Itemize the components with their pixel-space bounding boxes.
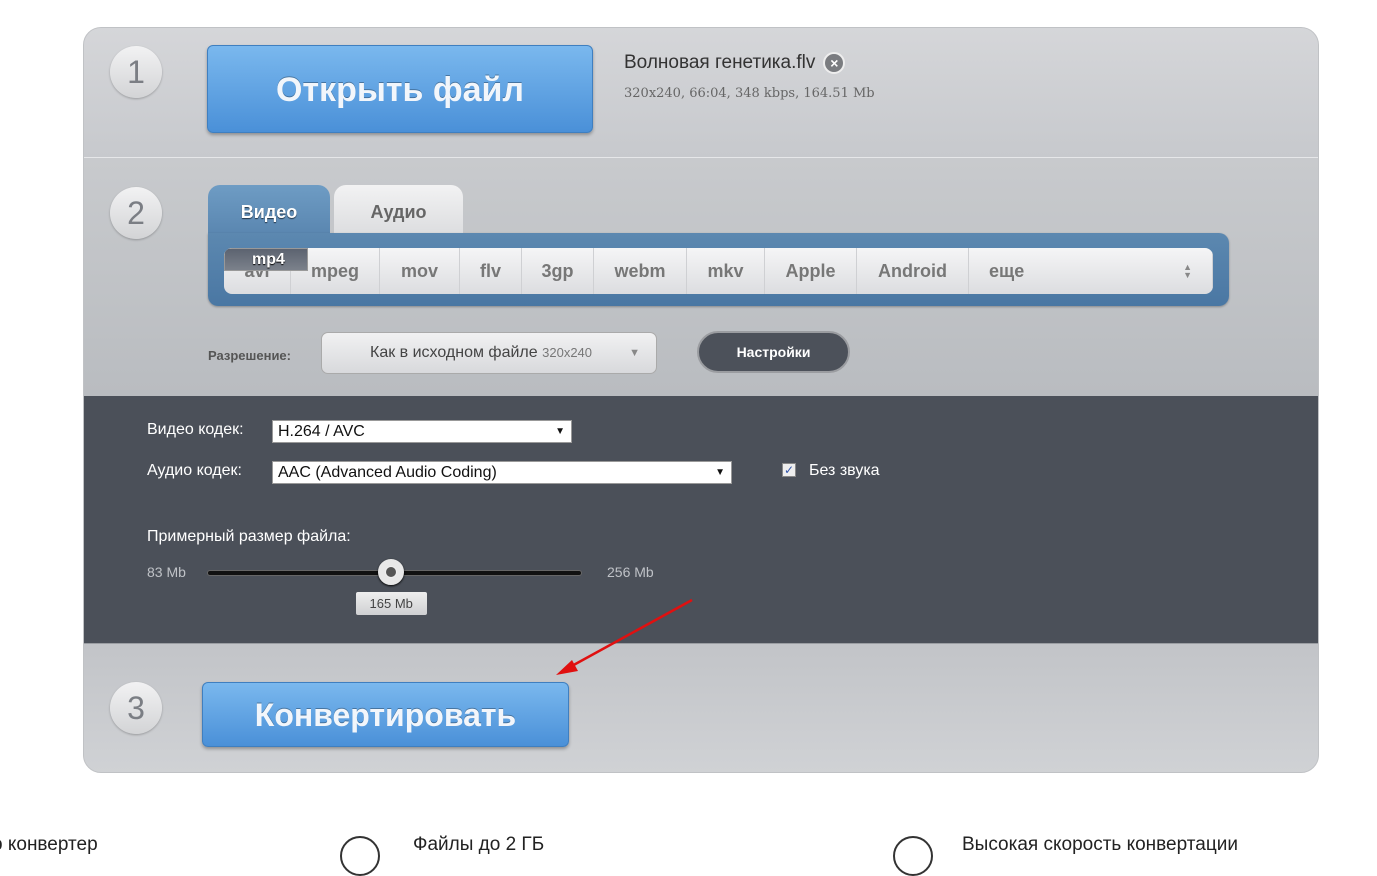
feature-text: Файлы до 2 ГБ [413, 834, 545, 855]
clock-icon [893, 836, 933, 876]
cloud-icon [340, 836, 380, 876]
annotation-arrow [556, 598, 693, 675]
arrow-head [556, 660, 578, 675]
feature-text: о конвертер [0, 834, 98, 855]
arrow-line [569, 598, 693, 669]
feature-text: Высокая скорость конвертации [962, 834, 1238, 855]
